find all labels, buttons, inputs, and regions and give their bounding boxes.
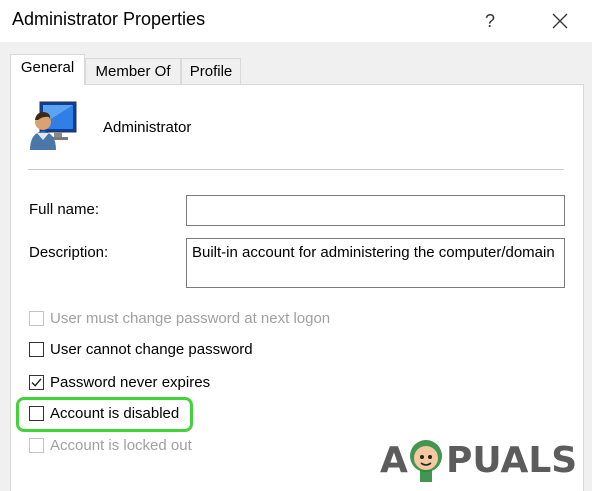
full-name-field[interactable] [186,195,565,226]
option-account-disabled[interactable]: Account is disabled [29,402,179,424]
checkbox[interactable] [29,437,44,453]
svg-text:PUALS: PUALS [446,440,577,481]
user-display-name: Administrator [103,119,192,136]
full-name-label: Full name: [29,201,100,218]
option-password-never-expires[interactable]: Password never expires [29,371,210,393]
checkbox[interactable] [29,341,44,357]
help-button[interactable]: ? [473,6,507,36]
option-cannot-change-password[interactable]: User cannot change password [29,338,253,360]
tab-member-of[interactable]: Member Of [85,58,181,84]
tab-profile[interactable]: Profile [181,58,241,84]
option-account-locked-out[interactable]: Account is locked out [29,434,192,456]
appuals-logo: A PUALS [380,440,577,482]
option-label: Password never expires [50,373,211,391]
option-label: User must change password at next logon [50,309,331,327]
close-icon [552,13,568,29]
title-bar: Administrator Properties ? [0,0,592,42]
close-button[interactable] [543,6,577,36]
option-must-change-password[interactable]: User must change password at next logon [29,307,330,329]
checkbox[interactable] [29,310,44,326]
description-label: Description: [29,244,109,261]
svg-text:A: A [380,440,408,481]
description-field[interactable]: Built-in account for administering the c… [186,238,565,288]
tab-general[interactable]: General [10,54,85,85]
option-label: Account is disabled [50,404,180,422]
watermark-logo: A PUALS [380,430,590,485]
checkbox[interactable] [29,374,44,390]
checkbox[interactable] [29,405,44,421]
user-monitor-icon [30,101,77,150]
option-label: User cannot change password [50,340,253,358]
option-label: Account is locked out [50,436,192,454]
window-title: Administrator Properties [12,9,206,29]
checkmark-icon [31,377,42,387]
separator [28,169,564,170]
